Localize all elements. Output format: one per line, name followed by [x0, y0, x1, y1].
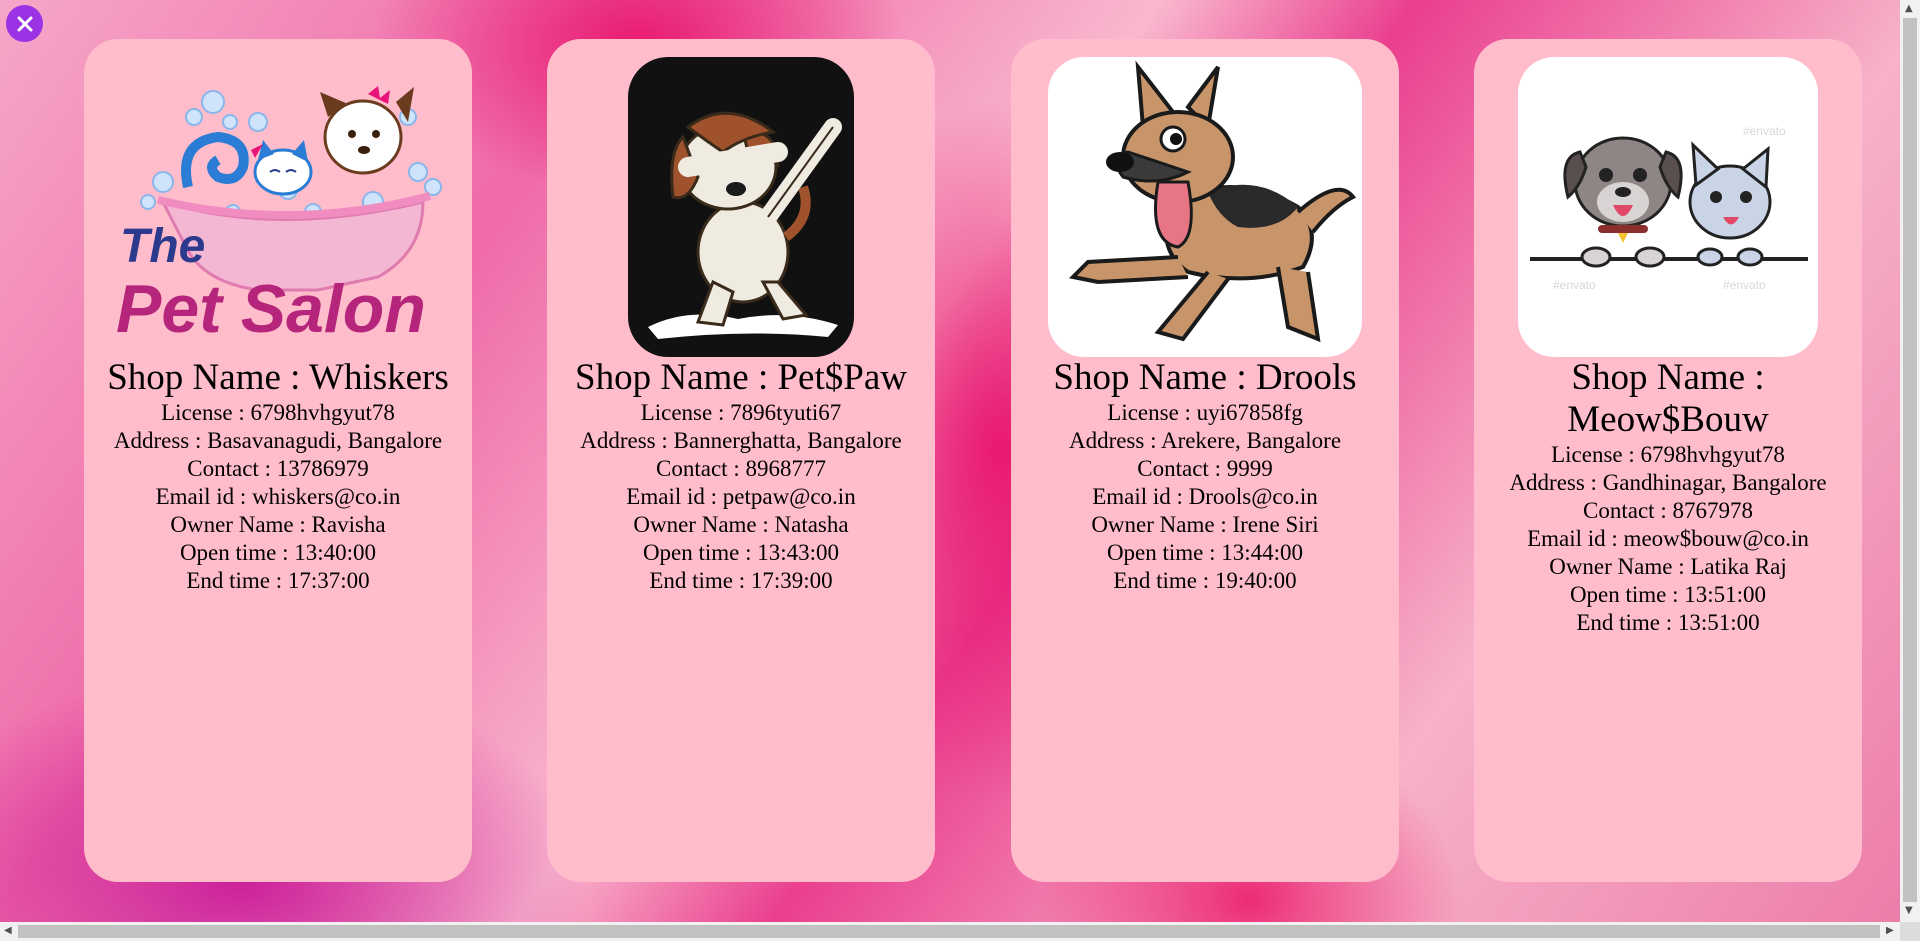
svg-text:The: The: [120, 220, 205, 273]
shop-open-time: Open time : 13:40:00: [179, 540, 377, 565]
shop-card-meowbouw: #envato #envato #envato Shop Name: Meow…: [1474, 39, 1862, 882]
shop-list-page: The Pet Salon Shop Name : Whiskers Licen…: [0, 0, 1900, 922]
shop-owner: Owner Name : Irene Siri: [1091, 512, 1319, 537]
pet-salon-logo-image: The Pet Salon: [116, 86, 442, 347]
scroll-down-icon[interactable]: ▼: [1905, 906, 1913, 916]
shop-open-time: Open time : 13:51:00: [1569, 582, 1767, 607]
horizontal-scrollbar[interactable]: ◀ ▶: [0, 922, 1900, 941]
vertical-scroll-thumb[interactable]: [1903, 18, 1917, 902]
shop-contact: Contact : 8968777: [656, 456, 826, 481]
shop-address: Address : Gandhinagar, Bangalore: [1509, 470, 1827, 495]
shop-license: License : uyi67858fg: [1107, 400, 1303, 425]
shop-end-time: End time : 19:40:00: [1113, 568, 1297, 593]
shop-owner: Owner Name : Ravisha: [170, 512, 386, 537]
running-dog-image: [1048, 57, 1362, 357]
shop-name: Shop Name : Whiskers: [107, 357, 449, 398]
shop-email: Email id : petpaw@co.in: [626, 484, 856, 509]
shop-contact: Contact : 8767978: [1583, 498, 1753, 523]
shop-owner: Owner Name : Natasha: [633, 512, 849, 537]
shop-card-drools: Shop Name : Drools License : uyi67858fg …: [1011, 39, 1399, 882]
vertical-scrollbar[interactable]: ▲ ▼: [1900, 0, 1920, 922]
shop-contact: Contact : 13786979: [187, 456, 369, 481]
envato-watermark: #envato: [1743, 124, 1786, 138]
close-icon: [17, 16, 32, 31]
shop-name: Shop Name : Pet$Paw: [575, 357, 907, 398]
scroll-up-icon[interactable]: ▲: [1905, 4, 1913, 14]
shop-card-whiskers: The Pet Salon Shop Name : Whiskers Licen…: [84, 39, 472, 882]
dog-and-cat-image: #envato #envato #envato: [1518, 57, 1818, 357]
shop-email: Email id : whiskers@co.in: [155, 484, 401, 509]
shop-end-time: End time : 17:39:00: [649, 568, 833, 593]
shop-address: Address : Arekere, Bangalore: [1068, 428, 1342, 453]
scrollbar-corner: [1900, 922, 1920, 941]
shop-license: License : 6798hvhgyut78: [1551, 442, 1785, 467]
shop-name: Shop Name : Meow$Bouw: [1567, 357, 1769, 440]
envato-watermark: #envato: [1553, 278, 1596, 292]
shop-email: Email id : meow$bouw@co.in: [1527, 526, 1809, 551]
shop-open-time: Open time : 13:44:00: [1106, 540, 1304, 565]
shop-address: Address : Basavanagudi, Bangalore: [113, 428, 443, 453]
close-button[interactable]: [6, 5, 43, 42]
shop-license: License : 7896tyuti67: [640, 400, 842, 425]
shop-card-petpaw: Shop Name : Pet$Paw License : 7896tyuti6…: [547, 39, 935, 882]
shop-license: License : 6798hvhgyut78: [161, 400, 395, 425]
scroll-right-icon[interactable]: ▶: [1886, 926, 1894, 936]
shop-logo: The Pet Salon: [108, 57, 448, 357]
dabbing-dog-image: [628, 57, 854, 357]
svg-text:Pet Salon: Pet Salon: [116, 271, 426, 347]
shop-address: Address : Bannerghatta, Bangalore: [580, 428, 902, 453]
shop-open-time: Open time : 13:43:00: [642, 540, 840, 565]
horizontal-scroll-thumb[interactable]: [18, 925, 1880, 938]
shop-contact: Contact : 9999: [1137, 456, 1273, 481]
shop-email: Email id : Drools@co.in: [1092, 484, 1318, 509]
shop-end-time: End time : 13:51:00: [1576, 610, 1760, 635]
envato-watermark: #envato: [1723, 278, 1766, 292]
shop-end-time: End time : 17:37:00: [186, 568, 370, 593]
scroll-left-icon[interactable]: ◀: [4, 926, 12, 936]
shop-name: Shop Name : Drools: [1053, 357, 1357, 398]
shop-owner: Owner Name : Latika Raj: [1549, 554, 1787, 579]
